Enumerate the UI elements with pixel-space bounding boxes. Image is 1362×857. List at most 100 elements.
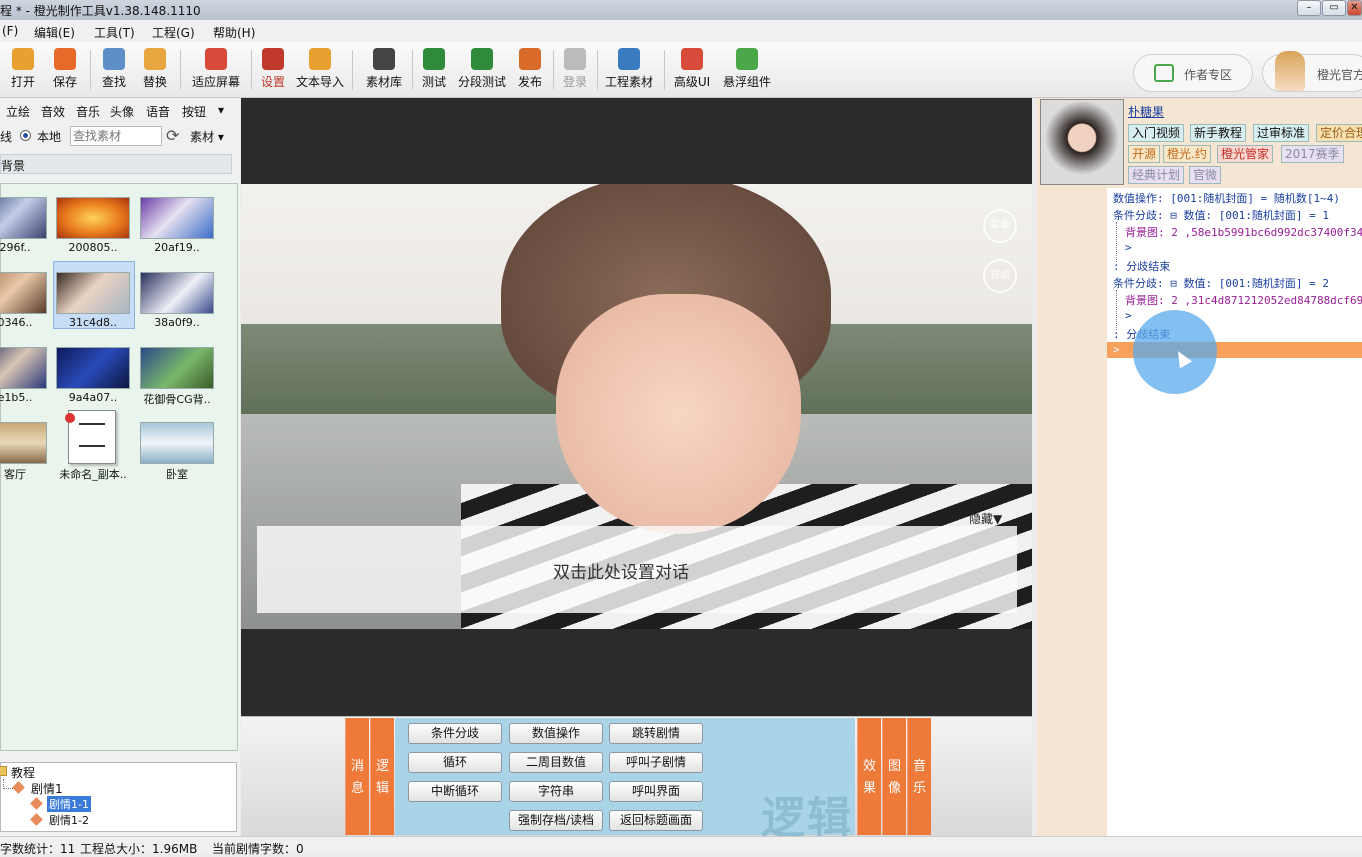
- segment-test-button[interactable]: 分段测试: [456, 48, 508, 94]
- tab-image[interactable]: 图像: [882, 718, 906, 835]
- menu-help[interactable]: 帮助(H): [213, 24, 255, 41]
- dialog-box[interactable]: 双击此处设置对话: [257, 526, 1017, 613]
- tag-official-weibo[interactable]: 官微: [1189, 166, 1222, 184]
- script-line-selected[interactable]: >: [1113, 343, 1120, 356]
- asset-thumbnail[interactable]: [56, 197, 130, 239]
- script-line[interactable]: >: [1125, 309, 1132, 322]
- asset-filter-dropdown[interactable]: 素材 ▾: [190, 128, 224, 145]
- advanced-ui-button[interactable]: 高级UI: [672, 48, 712, 94]
- find-button[interactable]: 查找: [99, 48, 129, 94]
- folder-icon: [0, 766, 7, 776]
- asset-thumbnail[interactable]: [0, 347, 47, 389]
- script-line[interactable]: 条件分歧: ⊟ 数值: [001:随机封面] = 1: [1113, 207, 1329, 223]
- tab-logic[interactable]: 逻辑: [370, 718, 394, 835]
- search-icon: [103, 48, 125, 70]
- condition-branch-button[interactable]: 条件分歧: [408, 723, 502, 744]
- document-thumbnail[interactable]: [65, 410, 116, 464]
- tab-avatar[interactable]: 头像: [110, 103, 134, 120]
- menu-tools[interactable]: 工具(T): [94, 24, 135, 41]
- tag-intro-video[interactable]: 入门视频: [1128, 124, 1185, 142]
- tabs-dropdown-icon[interactable]: ▾: [218, 103, 224, 117]
- tree-root[interactable]: 教程: [11, 764, 35, 781]
- jump-story-button[interactable]: 跳转剧情: [609, 723, 703, 744]
- string-button[interactable]: 字符串: [509, 781, 603, 802]
- asset-thumbnail[interactable]: [140, 197, 214, 239]
- asset-caption: 0346..: [0, 316, 33, 329]
- loop-button[interactable]: 循环: [408, 752, 502, 773]
- stage-menu-icon[interactable]: 菜单: [983, 209, 1017, 243]
- user-avatar[interactable]: [1040, 99, 1124, 185]
- script-line[interactable]: 背景图: 2 ,31c4d871212052ed84788dcf69c5: [1125, 292, 1362, 308]
- tab-sound[interactable]: 音效: [41, 103, 65, 120]
- fit-screen-button[interactable]: 适应屏幕: [189, 48, 243, 94]
- tab-standing[interactable]: 立绘: [6, 103, 30, 120]
- tab-button[interactable]: 按钮: [182, 103, 206, 120]
- asset-thumbnail[interactable]: [56, 272, 130, 314]
- tab-audio[interactable]: 音乐: [907, 718, 931, 835]
- asset-thumbnail[interactable]: [140, 422, 214, 464]
- value-operation-button[interactable]: 数值操作: [509, 723, 603, 744]
- menu-edit[interactable]: 编辑(E): [34, 24, 75, 41]
- tag-2017-season[interactable]: 2017赛季: [1281, 145, 1344, 163]
- menu-project[interactable]: 工程(G): [152, 24, 195, 41]
- asset-thumbnail[interactable]: [0, 197, 47, 239]
- tab-message[interactable]: 消息: [345, 718, 369, 835]
- refresh-icon[interactable]: ⟳: [166, 126, 179, 145]
- author-zone-button[interactable]: 作者专区: [1133, 54, 1253, 92]
- floating-widget-button[interactable]: 悬浮组件: [721, 48, 773, 94]
- asset-thumbnail[interactable]: [0, 422, 47, 464]
- username-link[interactable]: 朴糖果: [1128, 103, 1164, 120]
- project-asset-button[interactable]: 工程素材: [604, 48, 654, 94]
- open-button[interactable]: 打开: [8, 48, 38, 94]
- script-line[interactable]: 数值操作: [001:随机封面] = 随机数[1~4): [1113, 190, 1340, 206]
- script-line[interactable]: : 分歧结束: [1113, 258, 1170, 274]
- source-online-label[interactable]: 线: [0, 128, 12, 145]
- maximize-button[interactable]: ▭: [1322, 0, 1346, 16]
- call-interface-button[interactable]: 呼叫界面: [609, 781, 703, 802]
- asset-thumbnail[interactable]: [140, 272, 214, 314]
- asset-thumbnail[interactable]: [56, 347, 130, 389]
- break-loop-button[interactable]: 中断循环: [408, 781, 502, 802]
- project-asset-icon: [618, 48, 640, 70]
- stage-auto-icon[interactable]: 自动: [983, 259, 1017, 293]
- tag-beginner-tutorial[interactable]: 新手教程: [1190, 124, 1247, 142]
- login-button[interactable]: 登录: [561, 48, 589, 94]
- second-round-value-button[interactable]: 二周目数值: [509, 752, 603, 773]
- tab-voice[interactable]: 语音: [146, 103, 170, 120]
- close-button[interactable]: ✕: [1347, 0, 1362, 16]
- toolbar-divider: [180, 50, 181, 90]
- script-line[interactable]: 条件分歧: ⊟ 数值: [001:随机封面] = 2: [1113, 275, 1329, 291]
- tag-review-standard[interactable]: 过审标准: [1253, 124, 1310, 142]
- tag-open-source[interactable]: 开源: [1128, 145, 1161, 163]
- tree-item-selected[interactable]: 剧情1-1: [47, 796, 91, 812]
- save-button[interactable]: 保存: [50, 48, 80, 94]
- menu-file[interactable]: (F): [2, 24, 18, 38]
- tab-effect[interactable]: 效果: [857, 718, 881, 835]
- official-button[interactable]: 橙光官方: [1262, 51, 1362, 92]
- asset-library-button[interactable]: 素材库: [364, 48, 404, 94]
- tab-music[interactable]: 音乐: [76, 103, 100, 120]
- test-button[interactable]: 测试: [420, 48, 448, 94]
- source-local-radio[interactable]: [20, 130, 31, 141]
- script-guide-line: [1116, 290, 1117, 330]
- text-import-button[interactable]: 文本导入: [295, 48, 345, 94]
- asset-thumbnail[interactable]: [140, 347, 214, 389]
- script-line[interactable]: >: [1125, 241, 1132, 254]
- script-line[interactable]: 背景图: 2 ,58e1b5991bc6d992dc37400f3465: [1125, 224, 1362, 240]
- asset-thumbnail[interactable]: [0, 272, 47, 314]
- tree-item[interactable]: 剧情1-2: [49, 812, 89, 828]
- force-save-load-button[interactable]: 强制存档/读档: [509, 810, 603, 831]
- tag-manager[interactable]: 橙光管家: [1217, 145, 1274, 163]
- replace-button[interactable]: 替换: [140, 48, 170, 94]
- asset-search-input[interactable]: [70, 126, 162, 146]
- return-title-button[interactable]: 返回标题画面: [609, 810, 703, 831]
- call-substory-button[interactable]: 呼叫子剧情: [609, 752, 703, 773]
- tag-chengguang-yue[interactable]: 橙光.约: [1163, 145, 1211, 163]
- tree-chapter[interactable]: 剧情1: [31, 780, 63, 797]
- publish-button[interactable]: 发布: [515, 48, 545, 94]
- tag-pricing[interactable]: 定价合理: [1316, 124, 1362, 142]
- minimize-button[interactable]: –: [1297, 0, 1321, 16]
- hide-dialog-toggle[interactable]: 隐藏▼: [969, 510, 1002, 527]
- tag-classic-plan[interactable]: 经典计划: [1128, 166, 1185, 184]
- settings-button[interactable]: 设置: [258, 48, 288, 94]
